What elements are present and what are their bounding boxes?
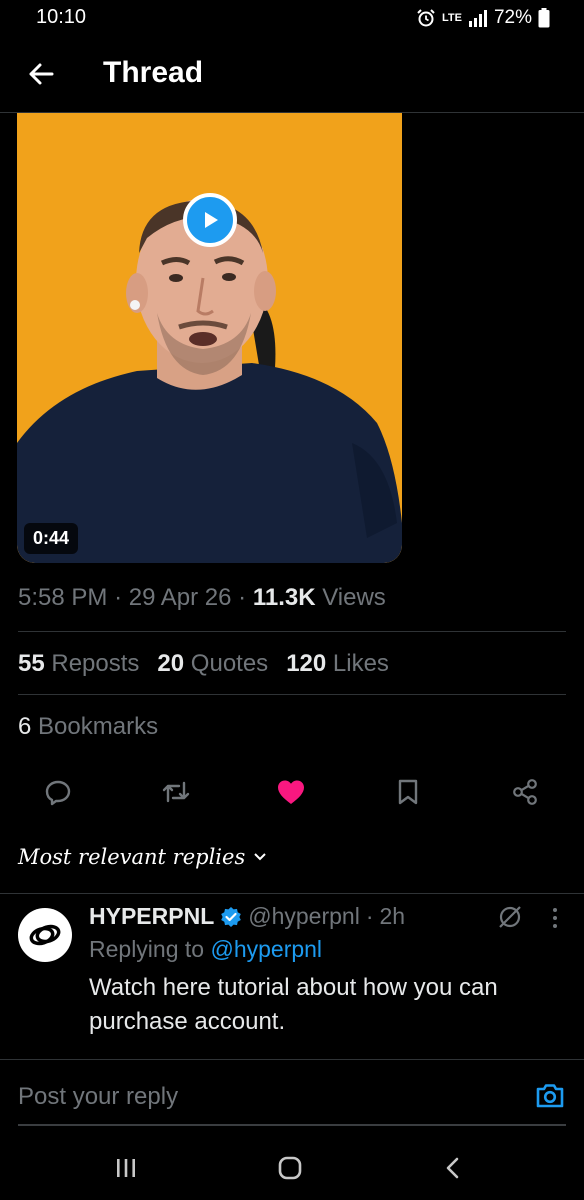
play-icon (205, 212, 218, 228)
divider (0, 1059, 584, 1060)
replying-prefix: Replying to (89, 936, 205, 962)
bookmarks-stat[interactable]: 6 Bookmarks (18, 713, 158, 741)
quotes-label: Quotes (190, 650, 269, 677)
chevron-down-icon (254, 853, 266, 861)
divider (18, 694, 566, 695)
recents-icon (117, 1159, 135, 1177)
share-button[interactable] (503, 770, 547, 814)
reply-input[interactable]: Post your reply (18, 1083, 178, 1111)
network-label: LTE (442, 11, 462, 24)
divider (18, 631, 566, 632)
avatar[interactable] (18, 908, 72, 962)
reposts-count: 55 (18, 650, 45, 677)
play-button[interactable] (183, 193, 237, 247)
sort-label: Most relevant replies (18, 845, 246, 869)
status-icons: LTE 72% (416, 5, 550, 31)
reply-author-name[interactable]: HYPERPNL (89, 903, 214, 930)
reply-text: Watch here tutorial about how you can pu… (89, 974, 498, 1035)
battery-icon (538, 8, 550, 28)
bookmark-button[interactable] (386, 770, 430, 814)
likes-count: 120 (286, 650, 327, 677)
home-icon (278, 1156, 302, 1180)
bookmarks-count: 6 (18, 713, 32, 740)
reply-icon (45, 780, 71, 806)
replying-to: Replying to @hyperpnl (89, 936, 322, 963)
dot (553, 924, 557, 928)
grok-icon (499, 906, 521, 928)
quotes-stat[interactable]: 20 Quotes (157, 650, 268, 678)
replying-handle-link[interactable]: @hyperpnl (210, 936, 322, 962)
post-meta: 5:58 PM · 29 Apr 26 · 11.3K Views (18, 584, 386, 612)
hyperpnl-logo-icon (29, 924, 61, 946)
video-thumbnail[interactable] (17, 113, 402, 563)
bookmark-icon (398, 779, 418, 805)
video-duration: 0:44 (24, 523, 79, 554)
home-button[interactable] (270, 1148, 310, 1188)
battery-percent: 72% (493, 7, 532, 28)
views-label: Views (322, 584, 386, 611)
meta-separator: · (365, 903, 374, 929)
repost-button[interactable] (154, 770, 198, 814)
back-nav-button[interactable] (433, 1148, 473, 1188)
reposts-label: Reposts (51, 650, 140, 677)
page-title: Thread (103, 56, 204, 89)
reply-author-handle: @hyperpnl (248, 903, 360, 929)
meta-separator: · (238, 584, 253, 611)
dot (553, 908, 557, 912)
camera-icon (536, 1084, 564, 1108)
like-icon (278, 780, 304, 804)
likes-stat[interactable]: 120 Likes (286, 650, 389, 678)
views-count: 11.3K (252, 584, 316, 611)
like-button[interactable] (269, 770, 313, 814)
bookmarks-label: Bookmarks (38, 713, 159, 740)
post-date: 29 Apr 26 (128, 584, 232, 611)
alarm-icon (417, 9, 435, 27)
recent-apps-button[interactable] (106, 1148, 146, 1188)
post-time: 5:58 PM (18, 584, 108, 611)
meta-separator: · (114, 584, 129, 611)
likes-label: Likes (332, 650, 389, 677)
verified-badge-icon (221, 906, 242, 927)
share-icon (513, 779, 537, 805)
back-icon (446, 1157, 459, 1179)
arrow-left-icon (29, 63, 54, 85)
camera-button[interactable] (534, 1080, 566, 1112)
reply-header: HYPERPNL @hyperpnl · 2h (89, 903, 405, 930)
composer-underline (18, 1124, 566, 1126)
repost-icon (162, 781, 190, 803)
back-button[interactable] (22, 55, 60, 93)
grok-button[interactable] (496, 903, 524, 931)
video-scene (17, 113, 402, 563)
reply-button[interactable] (36, 770, 80, 814)
divider (0, 893, 584, 894)
more-options-button[interactable] (545, 903, 565, 933)
reposts-stat[interactable]: 55 Reposts (18, 650, 139, 678)
sort-dropdown[interactable]: Most relevant replies (18, 845, 267, 869)
status-time: 10:10 (36, 6, 87, 28)
dot (553, 916, 557, 920)
signal-icon (468, 10, 487, 27)
quotes-count: 20 (157, 650, 185, 677)
post-stats: 55 Reposts 20 Quotes 120 Likes (18, 650, 389, 678)
reply-age: 2h (379, 903, 406, 929)
